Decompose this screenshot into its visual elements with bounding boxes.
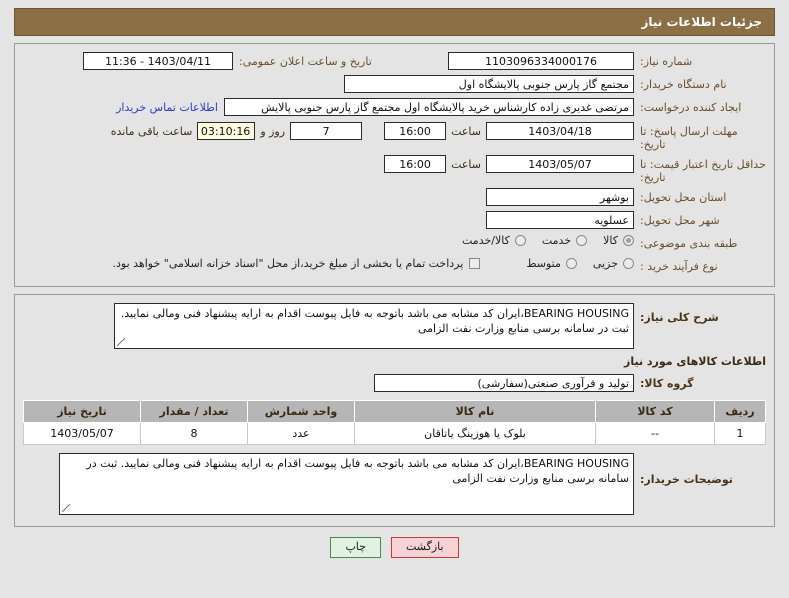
row-process: نوع فرآیند خرید : جزیی متوسط پرداخت تمام… — [23, 257, 766, 277]
deadline-time-value: 16:00 — [384, 122, 447, 140]
cell-name: بلوک یا هوزینگ یاتاقان — [354, 422, 596, 445]
row-need-summary: شرح کلی نیاز: BEARING HOUSING،ایران کد م… — [23, 303, 766, 349]
row-deadline: مهلت ارسال پاسخ: تا تاریخ: 1403/04/18 سا… — [23, 122, 766, 151]
col-name: نام کالا — [354, 400, 596, 423]
radio-icon[interactable] — [576, 235, 588, 246]
deadline-label: مهلت ارسال پاسخ: تا تاریخ: — [640, 125, 738, 151]
cell-code: -- — [595, 422, 715, 445]
radio-icon[interactable] — [565, 258, 577, 269]
row-need-number: شماره نیاز: 1103096334000176 تاریخ و ساع… — [23, 52, 766, 72]
validity-date-value: 1403/05/07 — [486, 155, 634, 173]
category-label: طبقه بندی موضوعی: — [640, 237, 738, 250]
process-radio-jozi[interactable]: جزیی — [593, 257, 634, 270]
button-bar: بازگشت چاپ — [0, 537, 789, 558]
goods-group-label: گروه کالا: — [640, 377, 694, 390]
table-row: 1 -- بلوک یا هوزینگ یاتاقان عدد 8 1403/0… — [23, 422, 766, 445]
process-radio-group: جزیی متوسط — [510, 257, 634, 270]
deadline-date-value: 1403/04/18 — [486, 122, 634, 140]
process-option-label: جزیی — [592, 257, 618, 270]
category-radio-group: کالا خدمت کالا/خدمت — [446, 234, 634, 247]
announce-label: تاریخ و ساعت اعلان عمومی: — [239, 55, 372, 68]
radio-icon[interactable] — [623, 235, 634, 246]
row-buyer-notes: توضیحات خریدار: BEARING HOUSING،ایران کد… — [23, 453, 766, 515]
table-header-row: ردیف کد کالا نام کالا واحد شمارش تعداد /… — [23, 400, 766, 423]
category-radio-khedmat[interactable]: خدمت — [541, 234, 588, 247]
remaining-suffix-label: ساعت باقی مانده — [110, 125, 193, 138]
goods-table: ردیف کد کالا نام کالا واحد شمارش تعداد /… — [23, 400, 766, 445]
cell-index: 1 — [714, 422, 766, 445]
page-root: iribtender .net جزئیات اطلاعات نیاز شمار… — [0, 8, 789, 598]
treasury-checkbox[interactable]: پرداخت تمام یا بخشی از مبلغ خرید،از محل … — [113, 257, 481, 270]
buyer-org-label: نام دستگاه خریدار: — [640, 78, 727, 91]
city-value: عسلویه — [486, 211, 634, 229]
goods-section-heading: اطلاعات کالاهای مورد نیاز — [624, 355, 766, 368]
province-value: بوشهر — [486, 188, 634, 206]
row-province: استان محل تحویل: بوشهر — [23, 188, 766, 208]
col-qty: تعداد / مقدار — [140, 400, 248, 423]
buyer-contact-link[interactable]: اطلاعات تماس خریدار — [110, 98, 224, 118]
row-buyer-org: نام دستگاه خریدار: مجتمع گاز پارس جنوبی … — [23, 75, 766, 95]
category-radio-kala-khedmat[interactable]: کالا/خدمت — [462, 234, 526, 247]
row-goods-group: گروه کالا: تولید و فرآوری صنعتی(سفارشی) — [23, 374, 766, 394]
creator-label: ایجاد کننده درخواست: — [640, 101, 742, 114]
row-creator: ایجاد کننده درخواست: مرتضی غدیری زاده کا… — [23, 98, 766, 118]
row-category: طبقه بندی موضوعی: کالا خدمت کالا/خدمت — [23, 234, 766, 254]
need-summary-textarea[interactable]: BEARING HOUSING،ایران کد مشابه می باشد ب… — [114, 303, 634, 349]
need-number-value: 1103096334000176 — [448, 52, 634, 70]
row-city: شهر محل تحویل: عسلویه — [23, 211, 766, 231]
cell-qty: 8 — [140, 422, 248, 445]
validity-time-label: ساعت — [451, 158, 481, 171]
remaining-days-label: روز و — [260, 125, 286, 138]
deadline-time-label: ساعت — [451, 125, 481, 138]
city-label: شهر محل تحویل: — [640, 214, 720, 227]
treasury-checkbox-label: پرداخت تمام یا بخشی از مبلغ خرید،از محل … — [112, 257, 464, 270]
col-need-date: تاریخ نیاز — [23, 400, 141, 423]
print-button[interactable]: چاپ — [330, 537, 381, 558]
row-price-validity: حداقل تاریخ اعتبار قیمت: تا تاریخ: 1403/… — [23, 155, 766, 184]
col-index: ردیف — [714, 400, 766, 423]
validity-time-value: 16:00 — [384, 155, 447, 173]
process-radio-motevaset[interactable]: متوسط — [526, 257, 577, 270]
buyer-org-value: مجتمع گاز پارس جنوبی پالایشگاه اول — [344, 75, 634, 93]
announce-value: 1403/04/11 - 11:36 — [83, 52, 233, 70]
remaining-clock-value: 03:10:16 — [197, 122, 256, 140]
radio-icon[interactable] — [623, 258, 634, 269]
buyer-notes-label: توضیحات خریدار: — [640, 473, 733, 486]
remaining-days-value: 7 — [290, 122, 363, 140]
radio-icon[interactable] — [514, 235, 526, 246]
col-unit: واحد شمارش — [247, 400, 355, 423]
category-option-label: خدمت — [541, 234, 572, 247]
cell-need-date: 1403/05/07 — [23, 422, 141, 445]
page-title: جزئیات اطلاعات نیاز — [641, 15, 762, 29]
creator-value: مرتضی غدیری زاده کارشناس خرید پالایشگاه … — [224, 98, 634, 116]
category-radio-kala[interactable]: کالا — [603, 234, 634, 247]
back-button[interactable]: بازگشت — [390, 537, 459, 558]
need-info-panel: شماره نیاز: 1103096334000176 تاریخ و ساع… — [14, 43, 775, 287]
goods-group-value: تولید و فرآوری صنعتی(سفارشی) — [374, 374, 634, 392]
col-code: کد کالا — [595, 400, 715, 423]
buyer-notes-textarea[interactable]: BEARING HOUSING،ایران کد مشابه می باشد ب… — [59, 453, 634, 515]
validity-label: حداقل تاریخ اعتبار قیمت: تا تاریخ: — [640, 158, 766, 184]
process-option-label: متوسط — [526, 257, 561, 270]
process-label: نوع فرآیند خرید : — [640, 260, 718, 273]
category-option-label: کالا — [603, 234, 618, 247]
category-option-label: کالا/خدمت — [462, 234, 510, 247]
checkbox-icon[interactable] — [469, 258, 481, 269]
need-summary-label: شرح کلی نیاز: — [640, 311, 719, 324]
cell-unit: عدد — [247, 422, 355, 445]
page-title-bar: جزئیات اطلاعات نیاز — [14, 8, 775, 36]
province-label: استان محل تحویل: — [640, 191, 727, 204]
need-number-label: شماره نیاز: — [640, 55, 693, 68]
need-summary-panel: شرح کلی نیاز: BEARING HOUSING،ایران کد م… — [14, 294, 775, 527]
